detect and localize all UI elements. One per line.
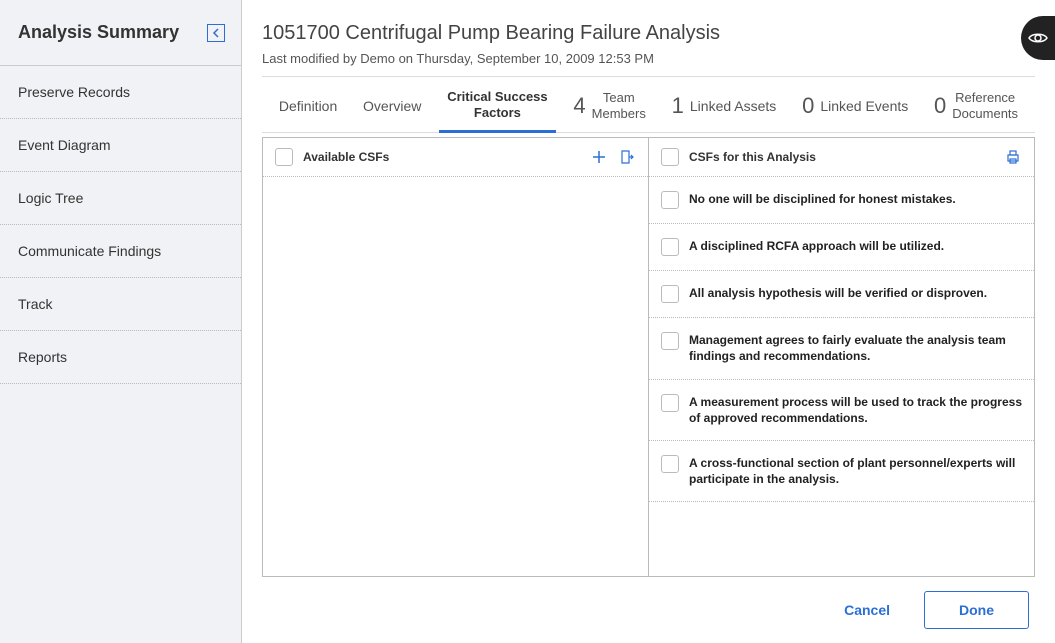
cancel-button[interactable]: Cancel bbox=[830, 592, 904, 628]
tab-label: Definition bbox=[279, 98, 337, 114]
sidebar-title: Analysis Summary bbox=[18, 22, 179, 43]
csf-checkbox[interactable] bbox=[661, 238, 679, 256]
csf-checkbox[interactable] bbox=[661, 332, 679, 350]
available-csfs-pane: Available CSFs bbox=[263, 138, 648, 576]
csf-text: A cross-functional section of plant pers… bbox=[689, 455, 1022, 487]
csf-row[interactable]: No one will be disciplined for honest mi… bbox=[649, 177, 1034, 224]
eye-icon bbox=[1028, 31, 1048, 45]
page-title: 1051700 Centrifugal Pump Bearing Failure… bbox=[262, 22, 1035, 45]
tab-reference-documents[interactable]: 0 Reference Documents bbox=[926, 84, 1026, 131]
tab-count: 0 bbox=[802, 93, 814, 119]
sidebar-item-event-diagram[interactable]: Event Diagram bbox=[0, 119, 241, 172]
selected-csfs-pane: CSFs for this Analysis No one will be di… bbox=[648, 138, 1034, 576]
tab-linked-assets[interactable]: 1 Linked Assets bbox=[664, 87, 785, 129]
tab-label: Linked Assets bbox=[690, 98, 776, 114]
selected-csfs-list: No one will be disciplined for honest mi… bbox=[649, 177, 1034, 576]
selected-csfs-title: CSFs for this Analysis bbox=[689, 150, 994, 164]
csf-checkbox[interactable] bbox=[661, 394, 679, 412]
csf-text: A measurement process will be used to tr… bbox=[689, 394, 1022, 426]
tab-label: Linked Events bbox=[820, 98, 908, 114]
csf-row[interactable]: Management agrees to fairly evaluate the… bbox=[649, 318, 1034, 379]
csf-row[interactable]: A cross-functional section of plant pers… bbox=[649, 441, 1034, 502]
tab-critical-success-factors[interactable]: Critical Success Factors bbox=[439, 83, 555, 133]
tab-team-members[interactable]: 4 Team Members bbox=[565, 84, 653, 131]
move-right-button[interactable] bbox=[618, 148, 636, 166]
tab-label: Reference Documents bbox=[952, 90, 1018, 121]
csf-row[interactable]: A measurement process will be used to tr… bbox=[649, 380, 1034, 441]
tab-definition[interactable]: Definition bbox=[271, 92, 345, 124]
add-csf-button[interactable] bbox=[590, 148, 608, 166]
csf-text: A disciplined RCFA approach will be util… bbox=[689, 238, 1022, 254]
csf-text: All analysis hypothesis will be verified… bbox=[689, 285, 1022, 301]
tab-count: 1 bbox=[672, 93, 684, 119]
collapse-sidebar-button[interactable] bbox=[207, 24, 225, 42]
csf-row[interactable]: All analysis hypothesis will be verified… bbox=[649, 271, 1034, 318]
done-button[interactable]: Done bbox=[924, 591, 1029, 629]
csf-row[interactable]: A disciplined RCFA approach will be util… bbox=[649, 224, 1034, 271]
available-csfs-title: Available CSFs bbox=[303, 150, 580, 164]
sidebar-item-communicate-findings[interactable]: Communicate Findings bbox=[0, 225, 241, 278]
select-all-selected-checkbox[interactable] bbox=[661, 148, 679, 166]
footer: Cancel Done bbox=[262, 577, 1035, 631]
tab-label: Overview bbox=[363, 98, 421, 114]
available-csfs-list bbox=[263, 177, 648, 576]
sidebar: Analysis Summary Preserve Records Event … bbox=[0, 0, 242, 643]
print-button[interactable] bbox=[1004, 148, 1022, 166]
tab-linked-events[interactable]: 0 Linked Events bbox=[794, 87, 916, 129]
csf-text: No one will be disciplined for honest mi… bbox=[689, 191, 1022, 207]
csf-checkbox[interactable] bbox=[661, 455, 679, 473]
tabs: Definition Overview Critical Success Fac… bbox=[262, 77, 1035, 133]
csf-checkbox[interactable] bbox=[661, 285, 679, 303]
sidebar-item-logic-tree[interactable]: Logic Tree bbox=[0, 172, 241, 225]
sidebar-item-preserve-records[interactable]: Preserve Records bbox=[0, 66, 241, 119]
sidebar-item-track[interactable]: Track bbox=[0, 278, 241, 331]
tab-count: 0 bbox=[934, 93, 946, 119]
csf-text: Management agrees to fairly evaluate the… bbox=[689, 332, 1022, 364]
csf-panes: Available CSFs CSFs for this Analysis bbox=[262, 137, 1035, 577]
tab-label: Team Members bbox=[592, 90, 646, 121]
tab-overview[interactable]: Overview bbox=[355, 92, 429, 124]
select-all-available-checkbox[interactable] bbox=[275, 148, 293, 166]
csf-checkbox[interactable] bbox=[661, 191, 679, 209]
page-subtitle: Last modified by Demo on Thursday, Septe… bbox=[262, 51, 1035, 77]
main: 1051700 Centrifugal Pump Bearing Failure… bbox=[242, 0, 1055, 643]
tab-label: Critical Success Factors bbox=[447, 89, 547, 120]
tab-count: 4 bbox=[573, 93, 585, 119]
sidebar-item-reports[interactable]: Reports bbox=[0, 331, 241, 384]
